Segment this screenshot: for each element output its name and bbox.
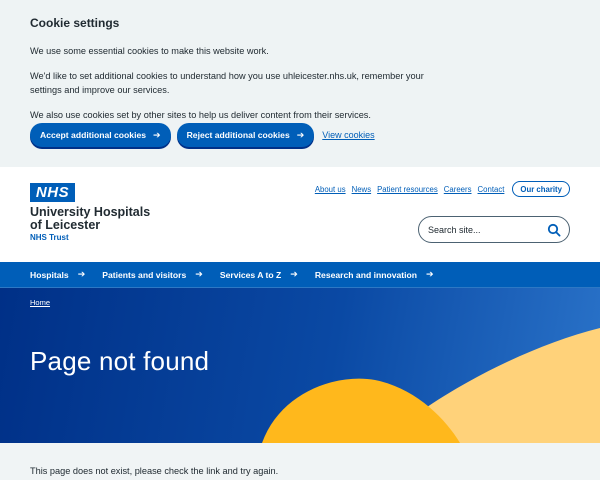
- organisation-name-line: of Leicester: [30, 218, 101, 232]
- nav-item-services-a-to-z[interactable]: Services A to Z ➔: [220, 269, 298, 280]
- arrow-right-icon: ➔: [153, 129, 161, 140]
- page-title: Page not found: [30, 346, 210, 376]
- arrow-right-icon: ➔: [77, 269, 86, 279]
- reject-cookies-label: Reject additional cookies: [186, 130, 290, 140]
- primary-navigation: Hospitals ➔ Patients and visitors ➔ Serv…: [0, 262, 600, 287]
- top-link-news[interactable]: News: [352, 185, 372, 194]
- accept-cookies-button[interactable]: Accept additional cookies ➔: [30, 123, 171, 147]
- cookie-banner-paragraph: We also use cookies set by other sites t…: [30, 110, 371, 120]
- top-link-about-us[interactable]: About us: [315, 185, 346, 194]
- our-charity-button[interactable]: Our charity: [512, 181, 570, 197]
- cookie-banner-title: Cookie settings: [30, 16, 120, 30]
- cookie-banner-paragraph: We'd like to set additional cookies to u…: [30, 71, 424, 95]
- organisation-trust: NHS Trust: [30, 233, 69, 242]
- search-input[interactable]: [428, 224, 546, 235]
- arrow-right-icon: ➔: [195, 269, 203, 279]
- nav-item-hospitals[interactable]: Hospitals ➔: [30, 269, 85, 280]
- nav-item-research-and-innovation[interactable]: Research and innovation ➔: [315, 269, 434, 280]
- organisation-name[interactable]: University Hospitals of Leicester: [30, 206, 150, 232]
- not-found-message: This page does not exist, please check t…: [30, 466, 279, 476]
- hero-banner: Home Page not found: [0, 288, 600, 443]
- cookie-banner: Cookie settings We use some essential co…: [0, 0, 600, 167]
- utility-links: About us News Patient resources Careers …: [315, 181, 570, 197]
- nav-item-label: Services A to Z: [219, 269, 282, 280]
- view-cookies-link[interactable]: View cookies: [322, 130, 374, 140]
- search-icon[interactable]: [547, 223, 561, 237]
- breadcrumb-home-link[interactable]: Home: [30, 298, 50, 307]
- nav-item-label: Hospitals: [30, 269, 69, 280]
- top-link-patient-resources[interactable]: Patient resources: [377, 185, 438, 194]
- accept-cookies-label: Accept additional cookies: [40, 130, 147, 140]
- cookie-actions: Accept additional cookies ➔ Reject addit…: [30, 123, 375, 147]
- arrow-right-icon: ➔: [290, 269, 298, 279]
- cookie-banner-paragraph: We use some essential cookies to make th…: [30, 46, 269, 56]
- nav-item-patients-and-visitors[interactable]: Patients and visitors ➔: [102, 269, 203, 280]
- top-link-careers[interactable]: Careers: [444, 185, 472, 194]
- nav-item-label: Research and innovation: [314, 269, 418, 280]
- top-link-contact[interactable]: Contact: [478, 185, 505, 194]
- site-search: [418, 216, 570, 243]
- arrow-right-icon: ➔: [296, 129, 305, 140]
- reject-cookies-button[interactable]: Reject additional cookies ➔: [176, 123, 315, 147]
- nhs-logo[interactable]: NHS: [30, 183, 75, 202]
- nav-item-label: Patients and visitors: [102, 269, 187, 280]
- site-header: NHS University Hospitals of Leicester NH…: [0, 167, 600, 262]
- arrow-right-icon: ➔: [426, 269, 434, 279]
